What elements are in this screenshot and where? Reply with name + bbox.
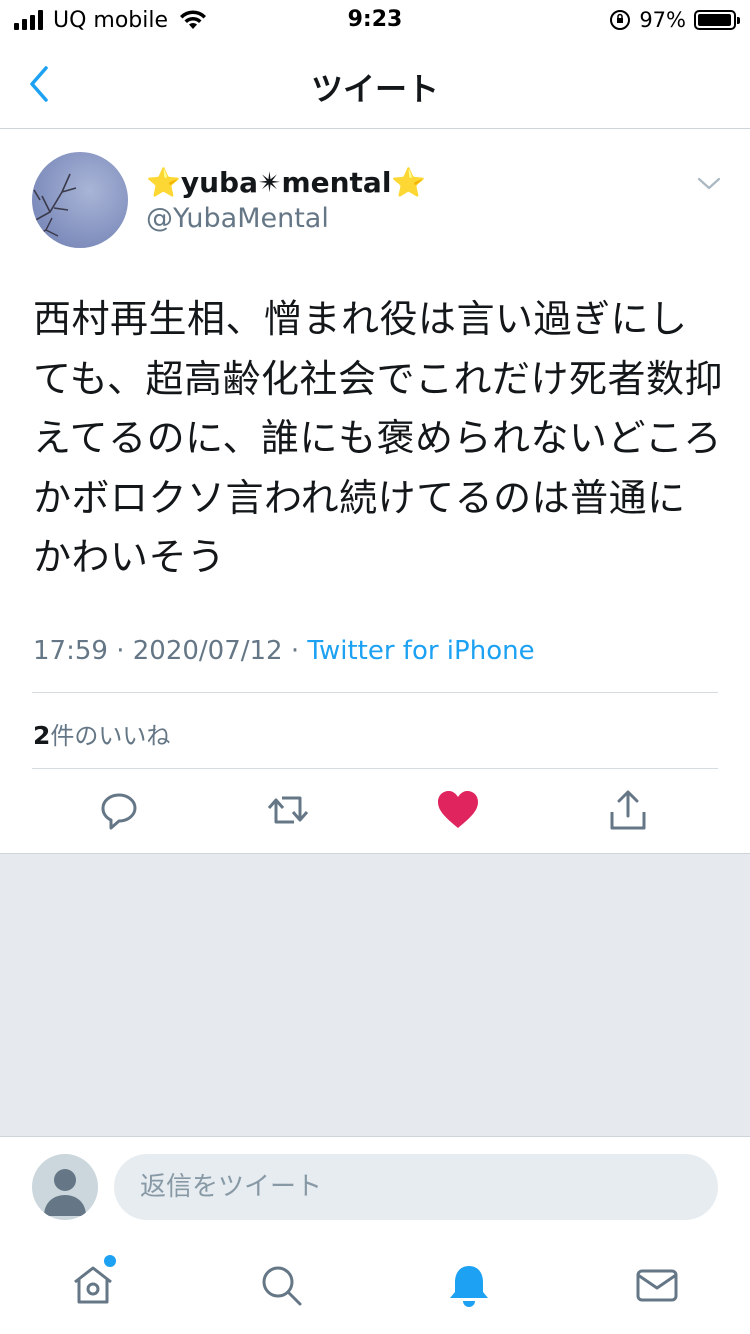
tweet-text: 西村再生相、憎まれ役は言い過ぎにしても、超高齢化社会でこれだけ死者数抑えてるのに… bbox=[33, 297, 723, 579]
likes-label: 件のいいね bbox=[50, 722, 171, 750]
home-icon[interactable] bbox=[70, 1262, 116, 1308]
user-handle[interactable]: @YubaMental bbox=[146, 203, 329, 234]
display-name[interactable]: ⭐yuba✴mental⭐ bbox=[146, 166, 426, 199]
battery-icon bbox=[694, 10, 740, 30]
tweet-date: 2020/07/12 bbox=[132, 636, 283, 666]
share-icon[interactable] bbox=[604, 786, 652, 834]
nav-header: ツイート bbox=[0, 40, 750, 129]
tab-bar bbox=[0, 1240, 750, 1334]
avatar-image bbox=[32, 173, 77, 239]
chevron-down-icon[interactable] bbox=[696, 174, 722, 194]
reply-input[interactable] bbox=[114, 1154, 718, 1220]
meta-separator: · bbox=[290, 636, 300, 666]
tweet-time: 17:59 bbox=[33, 636, 108, 666]
status-bar: UQ mobile 9:23 97% bbox=[0, 0, 750, 40]
likes-count-link[interactable]: 2件のいいね bbox=[33, 716, 170, 751]
tweet-meta: 17:59 · 2020/07/12 · Twitter for iPhone bbox=[33, 636, 535, 666]
battery-fill bbox=[698, 14, 731, 26]
messages-icon[interactable] bbox=[634, 1262, 680, 1308]
tweet-source-link[interactable]: Twitter for iPhone bbox=[307, 636, 534, 666]
divider bbox=[32, 692, 718, 693]
default-avatar-icon bbox=[44, 1169, 86, 1216]
meta-separator: · bbox=[116, 636, 125, 666]
orientation-lock-icon bbox=[610, 10, 631, 30]
battery-percent: 97% bbox=[639, 8, 686, 32]
reply-icon[interactable] bbox=[95, 786, 143, 834]
page-title: ツイート bbox=[310, 70, 439, 108]
tweet-actions bbox=[0, 786, 750, 842]
notifications-icon[interactable] bbox=[446, 1262, 492, 1308]
like-icon[interactable] bbox=[434, 786, 482, 834]
empty-replies-area bbox=[0, 853, 750, 1137]
divider bbox=[32, 768, 718, 769]
user-avatar[interactable] bbox=[32, 1154, 98, 1220]
likes-count: 2 bbox=[33, 721, 51, 750]
new-content-indicator bbox=[104, 1255, 116, 1267]
avatar[interactable] bbox=[32, 152, 128, 248]
retweet-icon[interactable] bbox=[264, 786, 312, 834]
search-icon[interactable] bbox=[258, 1262, 304, 1308]
